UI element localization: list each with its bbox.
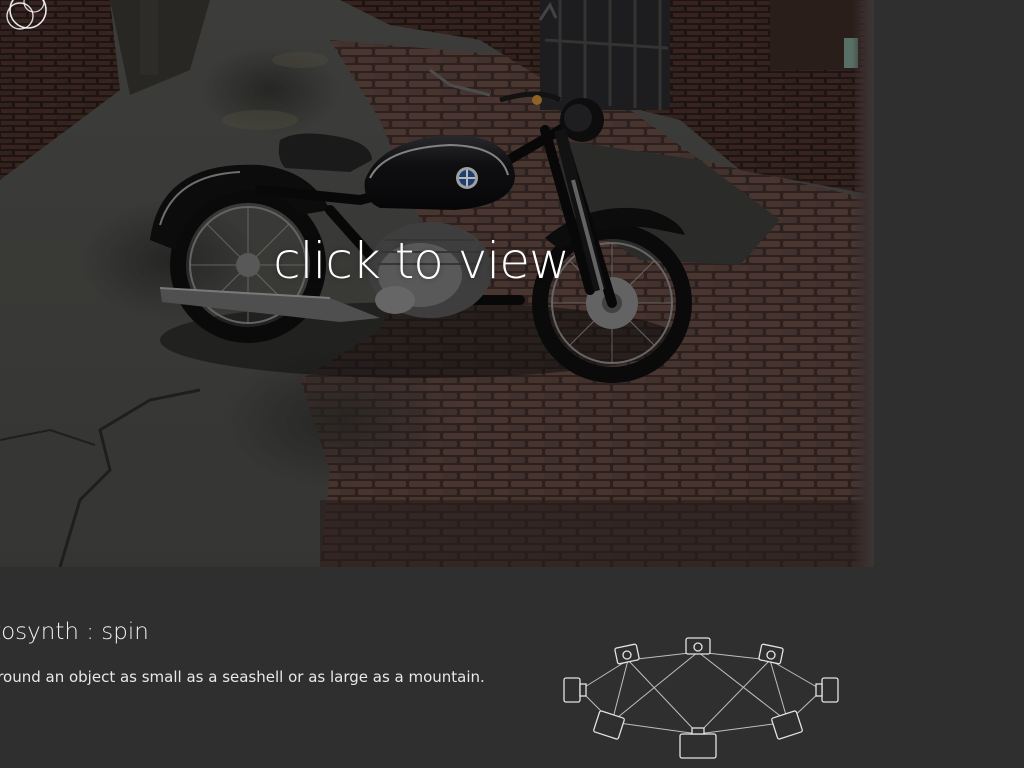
camera-spin-diagram-icon (563, 637, 839, 759)
page: click to view otosynth : spin around an … (0, 0, 1024, 768)
click-to-view-label[interactable]: click to view (0, 232, 842, 290)
experience-title: otosynth : spin (0, 619, 149, 645)
info-panel: otosynth : spin around an object as smal… (0, 567, 1024, 768)
photosynth-logo-icon[interactable] (0, 0, 54, 36)
experience-description: around an object as small as a seashell … (0, 668, 485, 686)
photo-viewer[interactable]: click to view (0, 0, 874, 567)
